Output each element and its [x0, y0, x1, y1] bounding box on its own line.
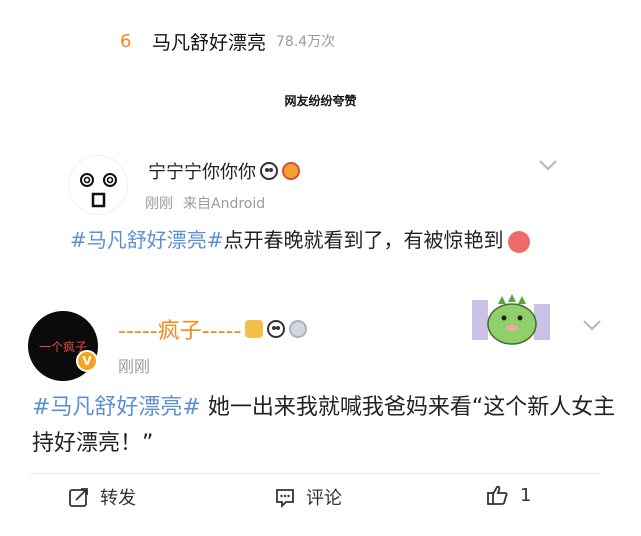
hot-search-title[interactable]: 马凡舒好漂亮 [152, 28, 266, 55]
section-caption: 网友纷纷夸赞 [284, 94, 357, 108]
like-button[interactable]: 1 [486, 484, 531, 506]
heart-eyes-emoji-icon [507, 230, 530, 253]
chevron-down-icon[interactable] [582, 316, 602, 335]
thumbs-up-icon [487, 485, 508, 505]
post-time: 刚刚 [118, 357, 151, 376]
repost-icon [69, 488, 88, 507]
crown-badge-icon [245, 320, 264, 338]
dinosaur-sticker-icon [468, 286, 556, 346]
repost-label: 转发 [100, 488, 136, 509]
post-body: #马凡舒好漂亮#点开春晚就看到了，有被惊艳到 [70, 224, 570, 256]
username-text[interactable]: -----疯子----- [118, 313, 241, 345]
post-time: 刚刚 [145, 196, 173, 212]
hot-search-count: 78.4万次 [276, 34, 336, 50]
post-meta: 刚刚 来自Android [145, 193, 265, 213]
post-body: #马凡舒好漂亮# 她一出来我就喊我爸妈来看“这个新人女主持好漂亮！” [32, 390, 622, 462]
avatar[interactable] [68, 155, 128, 215]
chevron-down-icon[interactable] [538, 156, 558, 175]
face-doodle-icon [80, 173, 117, 208]
comment-label: 评论 [306, 488, 342, 509]
orange-badge-icon [282, 162, 300, 180]
like-count: 1 [520, 484, 532, 506]
comment-button[interactable]: 评论 [274, 484, 342, 510]
post-username[interactable]: 宁宁宁你你你 [148, 158, 300, 184]
post-text: 点开春晚就看到了，有被惊艳到 [223, 228, 504, 252]
post-source: 来自Android [183, 196, 266, 212]
repost-button[interactable]: 转发 [68, 484, 136, 510]
hot-search-rank: 6 [120, 30, 132, 52]
weibo-screenshot: 6 马凡舒好漂亮 78.4万次 网友纷纷夸赞 宁宁宁你你你 刚刚 来自Androi… [0, 0, 641, 536]
post-username[interactable]: -----疯子----- [118, 313, 308, 345]
action-bar: 转发 评论 1 [0, 484, 641, 518]
hashtag-link[interactable]: #马凡舒好漂亮# [32, 395, 201, 420]
medal-badge-icon [289, 320, 308, 338]
panda-emoji-icon [260, 162, 278, 180]
comment-icon [276, 489, 294, 508]
verified-badge-icon: V [76, 350, 98, 372]
username-text[interactable]: 宁宁宁你你你 [148, 158, 256, 184]
hashtag-link[interactable]: #马凡舒好漂亮# [70, 228, 224, 252]
panda-emoji-icon [267, 320, 286, 338]
hot-search-row[interactable]: 6 马凡舒好漂亮 78.4万次 [120, 28, 335, 54]
divider [30, 473, 600, 474]
